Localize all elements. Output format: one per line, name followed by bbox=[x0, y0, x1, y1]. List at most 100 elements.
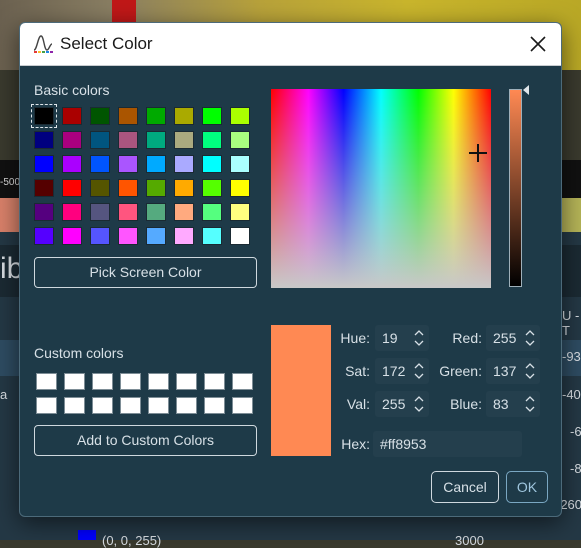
dialog-title: Select Color bbox=[60, 34, 153, 53]
custom-colors-label: Custom colors bbox=[34, 345, 124, 361]
basic-color-swatch[interactable] bbox=[174, 107, 194, 125]
background-row-text: a bbox=[0, 387, 8, 402]
spin-arrows-icon[interactable] bbox=[414, 328, 424, 348]
title-bar: Select Color bbox=[20, 23, 561, 66]
basic-color-swatch[interactable] bbox=[146, 155, 166, 173]
basic-color-swatch[interactable] bbox=[202, 107, 222, 125]
basic-color-swatch[interactable] bbox=[174, 179, 194, 197]
spin-arrows-icon[interactable] bbox=[414, 361, 424, 381]
basic-color-swatch[interactable] bbox=[202, 131, 222, 149]
basic-color-swatch[interactable] bbox=[34, 131, 54, 149]
custom-color-swatch[interactable] bbox=[176, 373, 197, 390]
background-value: -6 bbox=[570, 424, 581, 439]
basic-color-swatch[interactable] bbox=[34, 227, 54, 245]
basic-color-swatch[interactable] bbox=[62, 131, 82, 149]
basic-color-swatch[interactable] bbox=[230, 107, 250, 125]
spin-arrows-icon[interactable] bbox=[525, 328, 535, 348]
custom-color-swatch[interactable] bbox=[92, 373, 113, 390]
hue-label: Hue: bbox=[340, 330, 370, 346]
red-spinbox[interactable]: 255 bbox=[486, 325, 540, 351]
current-color-preview bbox=[271, 325, 331, 456]
custom-color-swatch[interactable] bbox=[36, 373, 57, 390]
basic-color-swatch[interactable] bbox=[90, 203, 110, 221]
basic-color-swatch[interactable] bbox=[230, 131, 250, 149]
basic-color-swatch[interactable] bbox=[34, 203, 54, 221]
hex-input[interactable]: #ff8953 bbox=[373, 431, 522, 457]
ok-button[interactable]: OK bbox=[506, 471, 548, 503]
basic-color-swatch[interactable] bbox=[146, 203, 166, 221]
custom-color-swatch[interactable] bbox=[176, 397, 197, 414]
add-to-custom-colors-button[interactable]: Add to Custom Colors bbox=[34, 425, 257, 456]
green-spinbox[interactable]: 137 bbox=[486, 358, 540, 384]
basic-color-swatch[interactable] bbox=[118, 131, 138, 149]
custom-color-swatch[interactable] bbox=[148, 373, 169, 390]
basic-color-swatch[interactable] bbox=[230, 227, 250, 245]
basic-color-swatch[interactable] bbox=[230, 179, 250, 197]
basic-color-swatch[interactable] bbox=[174, 155, 194, 173]
basic-color-swatch[interactable] bbox=[31, 104, 57, 128]
spin-arrows-icon[interactable] bbox=[525, 361, 535, 381]
basic-color-swatch[interactable] bbox=[230, 203, 250, 221]
basic-color-swatch[interactable] bbox=[90, 155, 110, 173]
basic-color-swatch[interactable] bbox=[34, 179, 54, 197]
basic-color-swatch[interactable] bbox=[202, 227, 222, 245]
close-icon[interactable] bbox=[523, 29, 553, 59]
basic-color-swatch[interactable] bbox=[90, 131, 110, 149]
basic-color-swatch[interactable] bbox=[230, 155, 250, 173]
basic-color-swatch[interactable] bbox=[118, 227, 138, 245]
custom-color-swatch[interactable] bbox=[120, 373, 141, 390]
basic-color-swatch[interactable] bbox=[146, 107, 166, 125]
basic-color-swatch[interactable] bbox=[146, 179, 166, 197]
val-spinbox[interactable]: 255 bbox=[375, 391, 429, 417]
basic-color-swatch[interactable] bbox=[62, 107, 82, 125]
basic-color-swatch[interactable] bbox=[90, 227, 110, 245]
color-spectrum[interactable] bbox=[271, 89, 491, 288]
basic-color-swatch[interactable] bbox=[146, 227, 166, 245]
basic-color-swatch[interactable] bbox=[118, 203, 138, 221]
custom-color-swatch[interactable] bbox=[120, 397, 141, 414]
background-value: -93 bbox=[562, 349, 581, 364]
hue-spinbox[interactable]: 19 bbox=[375, 325, 429, 351]
basic-color-swatch[interactable] bbox=[62, 155, 82, 173]
basic-color-swatch[interactable] bbox=[34, 155, 54, 173]
custom-color-swatch[interactable] bbox=[64, 397, 85, 414]
custom-color-swatch[interactable] bbox=[64, 373, 85, 390]
hue-value: 19 bbox=[382, 330, 398, 346]
basic-color-swatch[interactable] bbox=[174, 227, 194, 245]
basic-color-swatch[interactable] bbox=[62, 227, 82, 245]
sat-spinbox[interactable]: 172 bbox=[375, 358, 429, 384]
sat-value: 172 bbox=[382, 363, 406, 379]
custom-color-swatch[interactable] bbox=[148, 397, 169, 414]
custom-color-swatch[interactable] bbox=[232, 373, 253, 390]
basic-color-swatch[interactable] bbox=[62, 203, 82, 221]
basic-color-swatch[interactable] bbox=[202, 203, 222, 221]
basic-color-swatch[interactable] bbox=[146, 131, 166, 149]
basic-color-swatch[interactable] bbox=[174, 203, 194, 221]
basic-color-swatch[interactable] bbox=[118, 107, 138, 125]
basic-color-swatch[interactable] bbox=[62, 179, 82, 197]
val-label: Val: bbox=[346, 396, 370, 412]
spin-arrows-icon[interactable] bbox=[414, 394, 424, 414]
custom-color-swatch[interactable] bbox=[92, 397, 113, 414]
basic-color-swatch[interactable] bbox=[118, 155, 138, 173]
value-slider[interactable] bbox=[509, 89, 522, 287]
custom-color-swatch[interactable] bbox=[232, 397, 253, 414]
custom-color-swatch[interactable] bbox=[204, 373, 225, 390]
custom-color-swatch[interactable] bbox=[204, 397, 225, 414]
basic-color-swatch[interactable] bbox=[202, 155, 222, 173]
blue-spinbox[interactable]: 83 bbox=[486, 391, 540, 417]
basic-color-swatch[interactable] bbox=[202, 179, 222, 197]
basic-color-swatch[interactable] bbox=[90, 179, 110, 197]
pick-screen-color-button[interactable]: Pick Screen Color bbox=[34, 257, 257, 288]
custom-color-swatch[interactable] bbox=[36, 397, 57, 414]
value-slider-handle[interactable] bbox=[523, 85, 529, 95]
background-value: -40 bbox=[562, 387, 581, 402]
basic-color-swatch[interactable] bbox=[174, 131, 194, 149]
cancel-button[interactable]: Cancel bbox=[431, 471, 499, 503]
background-tick-label: -500 bbox=[0, 177, 21, 188]
background-rgb-text: (0, 0, 255) bbox=[102, 533, 162, 548]
basic-color-swatch[interactable] bbox=[90, 107, 110, 125]
basic-color-swatch[interactable] bbox=[118, 179, 138, 197]
spin-arrows-icon[interactable] bbox=[525, 394, 535, 414]
basic-colors-label: Basic colors bbox=[34, 82, 110, 98]
